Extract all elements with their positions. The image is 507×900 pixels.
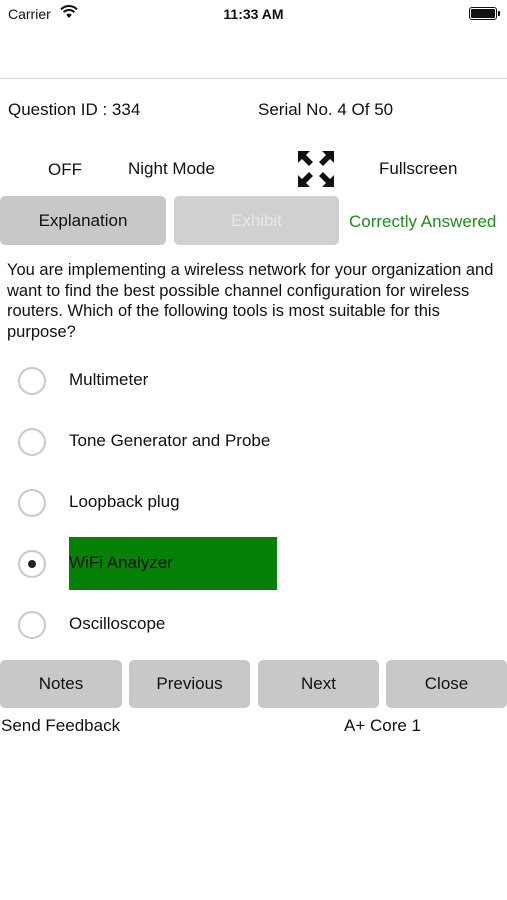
option-label: Oscilloscope	[69, 614, 166, 633]
option-multimeter[interactable]: Multimeter	[0, 353, 507, 409]
next-button[interactable]: Next	[258, 660, 379, 708]
battery-icon	[469, 7, 500, 20]
question-text: You are implementing a wireless network …	[7, 261, 494, 341]
clock: 11:33 AM	[223, 6, 284, 22]
fullscreen-label[interactable]: Fullscreen	[379, 159, 457, 179]
radio-button[interactable]	[18, 611, 46, 639]
night-mode-state[interactable]: OFF	[48, 160, 82, 180]
option-label: WiFi Analyzer	[69, 553, 173, 572]
serial-number: Serial No. 4 Of 50	[258, 100, 394, 119]
option-loopback-plug[interactable]: Loopback plug	[0, 475, 507, 531]
radio-button[interactable]	[18, 367, 46, 395]
radio-button[interactable]	[18, 428, 46, 456]
status-bar: Carrier 11:33 AM	[0, 0, 507, 28]
previous-button[interactable]: Previous	[129, 660, 250, 708]
option-label: Loopback plug	[69, 492, 180, 511]
nav-divider	[0, 78, 507, 79]
option-tone-generator[interactable]: Tone Generator and Probe	[0, 414, 507, 470]
explanation-button[interactable]: Explanation	[0, 196, 166, 245]
exam-name: A+ Core 1	[344, 716, 422, 735]
option-oscilloscope[interactable]: Oscilloscope	[0, 597, 507, 653]
answer-status: Correctly Answered	[349, 212, 497, 231]
night-mode-label[interactable]: Night Mode	[128, 159, 215, 179]
option-label: Multimeter	[69, 370, 149, 389]
send-feedback-link[interactable]: Send Feedback	[1, 716, 120, 736]
option-wifi-analyzer[interactable]: WiFi Analyzer	[0, 536, 507, 592]
exhibit-button[interactable]: Exhibit	[174, 196, 339, 245]
radio-button[interactable]	[18, 489, 46, 517]
question-id: Question ID : 334	[8, 100, 141, 119]
notes-button[interactable]: Notes	[0, 660, 122, 708]
option-label: Tone Generator and Probe	[69, 431, 271, 450]
radio-button-selected[interactable]	[18, 550, 46, 578]
fullscreen-icon[interactable]	[297, 150, 335, 188]
close-button[interactable]: Close	[386, 660, 507, 708]
